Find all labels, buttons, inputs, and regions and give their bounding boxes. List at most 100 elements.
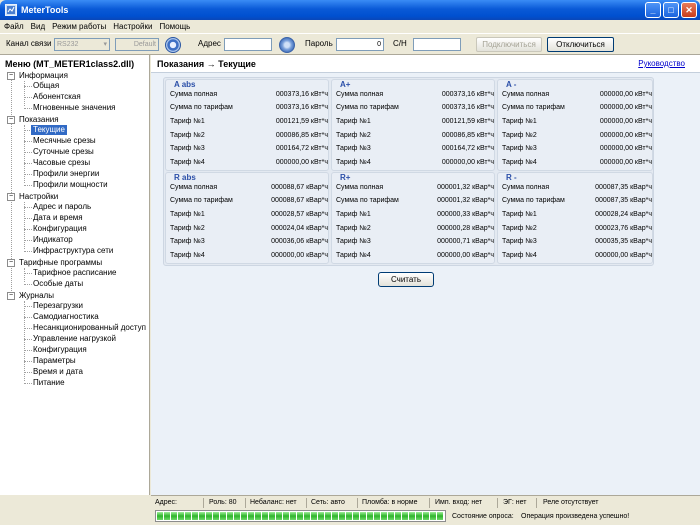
maximize-button[interactable]: □ bbox=[663, 2, 679, 18]
group-a-plus: A+ Сумма полная 000373,16 кВт*ч Сумма по … bbox=[331, 79, 495, 171]
progress-segment bbox=[311, 512, 317, 520]
row-value: 000000,00 кВт*ч bbox=[599, 118, 652, 125]
progress-segment bbox=[276, 512, 282, 520]
serial-input[interactable] bbox=[413, 38, 461, 51]
group-a-abs: A abs Сумма полная 000373,16 кВт*ч Сумма … bbox=[165, 79, 329, 171]
progress-segment bbox=[269, 512, 275, 520]
row-value: 000373,16 кВт*ч bbox=[275, 91, 328, 98]
row-value: 000000,33 кВар*ч bbox=[437, 211, 494, 218]
tree-line bbox=[24, 81, 25, 106]
tree-group-journals[interactable]: Журналы bbox=[19, 291, 54, 301]
address-input[interactable] bbox=[224, 38, 272, 51]
tree-group-tariffs[interactable]: Тарифные программы bbox=[19, 258, 102, 268]
status-separator bbox=[357, 498, 358, 508]
main-content: Показания → Текущие Руководство A abs Су… bbox=[151, 55, 700, 495]
tree-item-current[interactable]: Текущие bbox=[31, 125, 67, 135]
tree-group-info[interactable]: Информация bbox=[19, 71, 68, 81]
progress-segment bbox=[353, 512, 359, 520]
progress-segment bbox=[206, 512, 212, 520]
disconnect-button[interactable]: Отключиться bbox=[547, 37, 614, 52]
password-value: 0 bbox=[377, 41, 381, 48]
tree-item-subscriber[interactable]: Абонентская bbox=[33, 92, 81, 102]
tree-item-indicator[interactable]: Индикатор bbox=[33, 235, 73, 245]
tree-group-settings[interactable]: Настройки bbox=[19, 192, 58, 202]
tree-item-self-diagnostics[interactable]: Самодиагностика bbox=[33, 312, 99, 322]
collapse-icon[interactable]: − bbox=[7, 259, 15, 267]
row-label: Сумма по тарифам bbox=[502, 197, 565, 204]
tree-item-general[interactable]: Общая bbox=[33, 81, 59, 91]
tree-item-monthly[interactable]: Месячные срезы bbox=[33, 136, 96, 146]
tree-item-tariff-schedule[interactable]: Тарифное расписание bbox=[33, 268, 117, 278]
tree-item-unauthorized-access[interactable]: Несанкционированный доступ bbox=[33, 323, 146, 333]
row-value: 000000,00 кВт*ч bbox=[599, 132, 652, 139]
search-device-button[interactable] bbox=[279, 37, 295, 53]
default-field[interactable]: Default bbox=[115, 38, 159, 51]
tree-item-hourly[interactable]: Часовые срезы bbox=[33, 158, 90, 168]
tree-item-reboots[interactable]: Перезагрузки bbox=[33, 301, 83, 311]
menu-help[interactable]: Помощь bbox=[159, 22, 190, 31]
data-row: Тариф №4 000000,00 кВар*ч bbox=[336, 250, 494, 262]
tree-item-daily[interactable]: Суточные срезы bbox=[33, 147, 94, 157]
tree-item-parameters[interactable]: Параметры bbox=[33, 356, 76, 366]
row-value: 000121,59 кВт*ч bbox=[275, 118, 328, 125]
row-value: 000000,00 кВар*ч bbox=[271, 252, 328, 259]
channel-select[interactable]: RS232 ▾ bbox=[54, 38, 110, 51]
read-button[interactable]: Считать bbox=[378, 272, 434, 287]
row-label: Тариф №3 bbox=[336, 238, 371, 245]
tree-item-power-profiles[interactable]: Профили мощности bbox=[33, 180, 108, 190]
collapse-icon[interactable]: − bbox=[7, 116, 15, 124]
row-value: 000164,72 кВт*ч bbox=[441, 145, 494, 152]
data-row: Тариф №1 000000,00 кВт*ч bbox=[502, 116, 652, 128]
row-value: 000036,06 кВар*ч bbox=[271, 238, 328, 245]
title-bar: MeterTools _ □ ✕ bbox=[0, 0, 700, 20]
data-row: Тариф №2 000086,85 кВт*ч bbox=[170, 130, 328, 142]
menu-file[interactable]: Файл bbox=[4, 22, 24, 31]
progress-segment bbox=[409, 512, 415, 520]
tree-item-power[interactable]: Питание bbox=[33, 378, 65, 388]
menu-settings[interactable]: Настройки bbox=[113, 22, 152, 31]
row-value: 000024,04 кВар*ч bbox=[271, 225, 328, 232]
collapse-icon[interactable]: − bbox=[7, 292, 15, 300]
progress-segment bbox=[416, 512, 422, 520]
row-label: Сумма полная bbox=[502, 184, 550, 191]
row-value: 000086,85 кВт*ч bbox=[275, 132, 328, 139]
tree-item-instant[interactable]: Мгновенные значения bbox=[33, 103, 116, 113]
tree-item-load-control[interactable]: Управление нагрузкой bbox=[33, 334, 116, 344]
row-label: Сумма полная bbox=[336, 184, 384, 191]
tree-item-network[interactable]: Инфраструктура сети bbox=[33, 246, 113, 256]
tree-item-journal-configuration[interactable]: Конфигурация bbox=[33, 345, 87, 355]
status-seal: Пломба: в норме bbox=[362, 499, 418, 506]
password-input[interactable]: 0 bbox=[336, 38, 384, 51]
tree-group-readings[interactable]: Показания bbox=[19, 115, 59, 125]
manual-link[interactable]: Руководство bbox=[638, 59, 685, 68]
progress-segment bbox=[367, 512, 373, 520]
connect-button[interactable]: Подключиться bbox=[476, 37, 542, 52]
status-relay: Реле отсутствует bbox=[543, 499, 599, 506]
status-separator bbox=[203, 498, 204, 508]
tree-item-date-time[interactable]: Дата и время bbox=[33, 213, 83, 223]
status-separator bbox=[429, 498, 430, 508]
tree-line bbox=[24, 163, 32, 164]
progress-segment bbox=[185, 512, 191, 520]
tree-line bbox=[24, 218, 32, 219]
status-pulse-input: Имп. вход: нет bbox=[435, 499, 483, 506]
collapse-icon[interactable]: − bbox=[7, 193, 15, 201]
tree-item-special-dates[interactable]: Особые даты bbox=[33, 279, 83, 289]
tree-item-time-date[interactable]: Время и дата bbox=[33, 367, 83, 377]
tree-item-address-password[interactable]: Адрес и пароль bbox=[33, 202, 91, 212]
menu-view[interactable]: Вид bbox=[31, 22, 45, 31]
row-value: 000028,24 кВар*ч bbox=[595, 211, 652, 218]
collapse-icon[interactable]: − bbox=[7, 72, 15, 80]
minimize-button[interactable]: _ bbox=[645, 2, 661, 18]
sidebar-menu: Меню (MT_METER1class2.dll) − Информация … bbox=[0, 55, 150, 495]
progress-segment bbox=[262, 512, 268, 520]
tree-item-configuration[interactable]: Конфигурация bbox=[33, 224, 87, 234]
tree-line bbox=[24, 284, 32, 285]
group-r-minus: R - Сумма полная 000087,35 кВар*ч Сумма п… bbox=[497, 172, 653, 264]
close-button[interactable]: ✕ bbox=[681, 2, 697, 18]
status-network: Сеть: авто bbox=[311, 499, 345, 506]
tree-item-energy-profiles[interactable]: Профили энергии bbox=[33, 169, 99, 179]
port-settings-button[interactable] bbox=[165, 37, 181, 53]
menu-mode[interactable]: Режим работы bbox=[52, 22, 106, 31]
row-value: 000000,00 кВт*ч bbox=[599, 145, 652, 152]
